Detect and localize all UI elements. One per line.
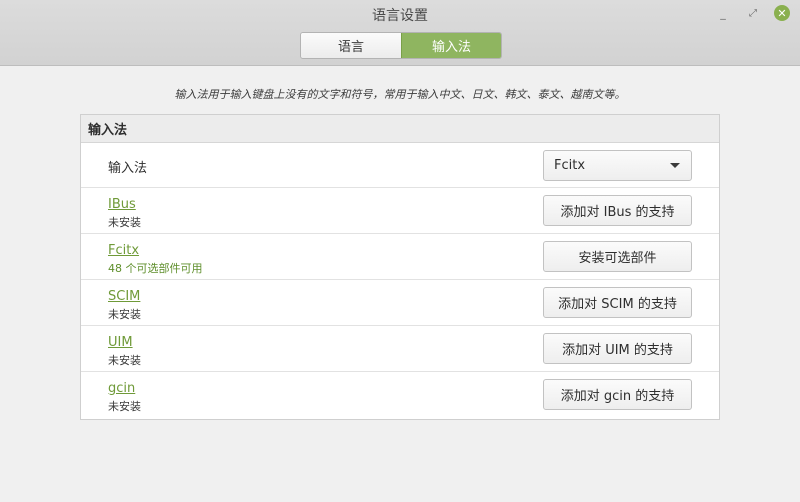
input-method-selector-label: 输入法 [108, 161, 148, 176]
framework-status-fcitx: 48 个可选部件可用 [108, 262, 203, 275]
add-uim-support-button[interactable]: 添加对 UIM 的支持 [543, 333, 692, 364]
input-method-panel: 输入法 输入法 Fcitx IBus 未安装 添加对 IBus 的支持 Fcit… [80, 114, 720, 420]
title-bar: 语言设置 _ ⤢ ✕ 语言 输入法 [0, 0, 800, 66]
window-title: 语言设置 [372, 8, 428, 24]
maximize-icon[interactable]: ⤢ [745, 5, 761, 21]
framework-status-scim: 未安装 [108, 308, 141, 321]
tab-switcher: 语言 输入法 [300, 32, 502, 59]
framework-row-uim: UIM 未安装 添加对 UIM 的支持 [81, 326, 719, 372]
tab-language[interactable]: 语言 [301, 33, 401, 58]
framework-row-gcin: gcin 未安装 添加对 gcin 的支持 [81, 372, 719, 418]
framework-link-fcitx[interactable]: Fcitx [108, 243, 139, 258]
framework-link-uim[interactable]: UIM [108, 335, 133, 350]
framework-status-uim: 未安装 [108, 354, 141, 367]
minimize-icon[interactable]: _ [715, 5, 731, 21]
input-method-dropdown[interactable]: Fcitx [543, 150, 692, 181]
framework-link-gcin[interactable]: gcin [108, 381, 135, 396]
framework-link-scim[interactable]: SCIM [108, 289, 140, 304]
framework-row-fcitx: Fcitx 48 个可选部件可用 安装可选部件 [81, 234, 719, 280]
framework-row-ibus: IBus 未安装 添加对 IBus 的支持 [81, 188, 719, 234]
add-ibus-support-button[interactable]: 添加对 IBus 的支持 [543, 195, 692, 226]
framework-status-gcin: 未安装 [108, 400, 141, 413]
install-optional-components-button[interactable]: 安装可选部件 [543, 241, 692, 272]
chevron-down-icon [670, 163, 680, 168]
add-gcin-support-button[interactable]: 添加对 gcin 的支持 [543, 379, 692, 410]
description-text: 输入法用于输入键盘上没有的文字和符号，常用于输入中文、日文、韩文、泰文、越南文等… [174, 88, 626, 101]
framework-link-ibus[interactable]: IBus [108, 197, 136, 212]
framework-status-ibus: 未安装 [108, 216, 141, 229]
input-method-dropdown-value: Fcitx [554, 158, 586, 173]
framework-row-scim: SCIM 未安装 添加对 SCIM 的支持 [81, 280, 719, 326]
input-method-selector-row: 输入法 Fcitx [81, 143, 719, 188]
tab-input-method[interactable]: 输入法 [401, 33, 501, 58]
close-icon[interactable]: ✕ [774, 5, 790, 21]
panel-title: 输入法 [81, 115, 719, 143]
add-scim-support-button[interactable]: 添加对 SCIM 的支持 [543, 287, 692, 318]
